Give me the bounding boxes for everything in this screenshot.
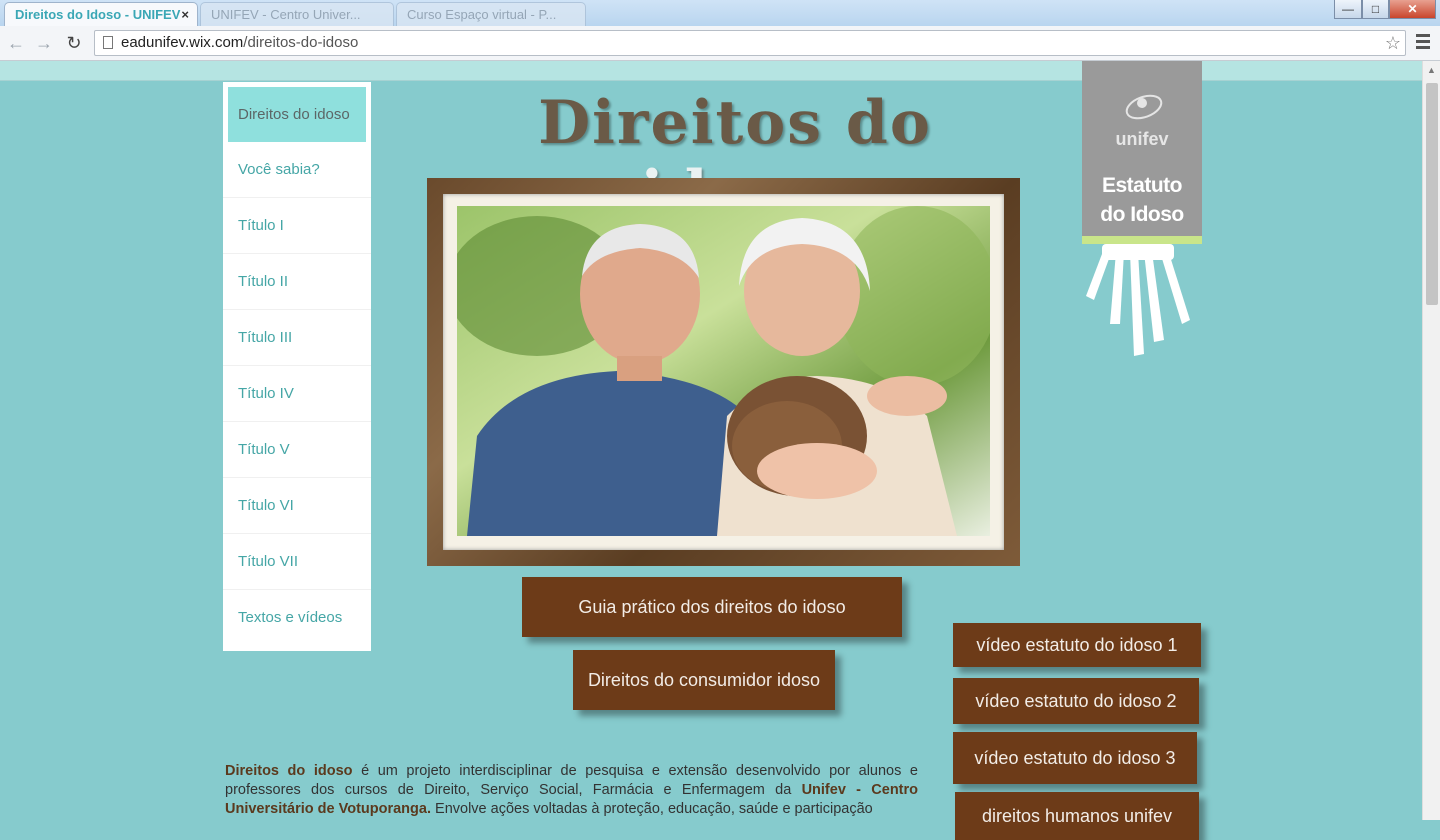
address-bar[interactable]: eadunifev.wix.com/direitos-do-idoso ☆ [94, 30, 1406, 56]
browser-menu-icon[interactable] [1416, 34, 1430, 50]
guia-pratico-button[interactable]: Guia prático dos direitos do idoso [522, 577, 902, 637]
forward-arrow-icon[interactable]: → [32, 31, 56, 55]
video-estatuto-1-button[interactable]: vídeo estatuto do idoso 1 [953, 623, 1201, 667]
tab-close-icon[interactable]: × [181, 3, 189, 27]
logo-brand: unifev [1115, 129, 1169, 149]
video-estatuto-3-button[interactable]: vídeo estatuto do idoso 3 [953, 732, 1197, 784]
direitos-consumidor-button[interactable]: Direitos do consumidor idoso [573, 650, 835, 710]
reload-icon[interactable]: ↻ [62, 31, 86, 55]
side-navigation: Direitos do idoso Você sabia? Título I T… [223, 82, 371, 651]
nav-item-titulo-ii[interactable]: Título II [223, 254, 371, 310]
logo-line-1: Estatuto [1102, 174, 1183, 197]
project-description: Direitos do idoso é um projeto interdisc… [225, 762, 918, 819]
nav-item-titulo-v[interactable]: Título V [223, 422, 371, 478]
scroll-up-icon[interactable]: ▲ [1427, 65, 1436, 75]
logo-subtitle: Estatuto do Idoso [1082, 171, 1202, 229]
page-scrollbar[interactable]: ▲ [1422, 61, 1440, 820]
nav-item-titulo-i[interactable]: Título I [223, 198, 371, 254]
picture-frame [427, 178, 1020, 566]
tab-title: UNIFEV - Centro Univer... [211, 7, 361, 22]
video-estatuto-2-button[interactable]: vídeo estatuto do idoso 2 [953, 678, 1199, 724]
tab-title: Direitos do Idoso - UNIFEV [15, 7, 181, 22]
url-path: /direitos-do-idoso [243, 34, 359, 51]
window-close-icon[interactable]: ✕ [1389, 0, 1436, 19]
tab-unifev[interactable]: UNIFEV - Centro Univer... [200, 2, 394, 26]
tab-curso-espaco-virtual[interactable]: Curso Espaço virtual - P... [396, 2, 586, 26]
nav-item-titulo-vi[interactable]: Título VI [223, 478, 371, 534]
direitos-humanos-button[interactable]: direitos humanos unifev [955, 792, 1199, 840]
nav-item-titulo-iii[interactable]: Título III [223, 310, 371, 366]
tab-title: Curso Espaço virtual - P... [407, 7, 557, 22]
nav-item-voce-sabia[interactable]: Você sabia? [223, 142, 371, 198]
nav-item-titulo-vii[interactable]: Título VII [223, 534, 371, 590]
browser-titlebar: Direitos do Idoso - UNIFEV × UNIFEV - Ce… [0, 0, 1440, 26]
tab-direitos-do-idoso[interactable]: Direitos do Idoso - UNIFEV × [4, 2, 198, 26]
maximize-icon[interactable]: □ [1362, 0, 1389, 19]
elderly-couple-photo [457, 206, 990, 536]
page-icon [103, 36, 113, 49]
desc-bold-title: Direitos do idoso [225, 763, 353, 779]
page-top-strip [0, 61, 1422, 81]
nav-item-textos-e-videos[interactable]: Textos e vídeos [223, 590, 371, 646]
page-title-dark: Direitos do [538, 88, 932, 158]
scrollbar-thumb[interactable] [1426, 83, 1438, 305]
picture-mat [443, 194, 1004, 550]
minimize-icon[interactable]: — [1334, 0, 1362, 19]
url-host: eadunifev.wix.com [121, 34, 244, 51]
browser-toolbar: ← → ↻ eadunifev.wix.com/direitos-do-idos… [0, 26, 1440, 61]
logo-green-bar [1082, 236, 1202, 244]
logo-line-2: do Idoso [1100, 203, 1184, 226]
unifev-globe-icon [1125, 94, 1163, 120]
back-arrow-icon[interactable]: ← [4, 31, 28, 55]
estatuto-do-idoso-logo[interactable]: unifev Estatuto do Idoso [1082, 61, 1202, 244]
hand-icon [1086, 244, 1190, 356]
url-text: eadunifev.wix.com/direitos-do-idoso [121, 31, 358, 55]
bookmark-star-icon[interactable]: ☆ [1385, 31, 1401, 55]
nav-item-titulo-iv[interactable]: Título IV [223, 366, 371, 422]
desc-text-2: Envolve ações voltadas à proteção, educa… [431, 801, 873, 817]
nav-item-direitos-do-idoso[interactable]: Direitos do idoso [228, 87, 366, 142]
